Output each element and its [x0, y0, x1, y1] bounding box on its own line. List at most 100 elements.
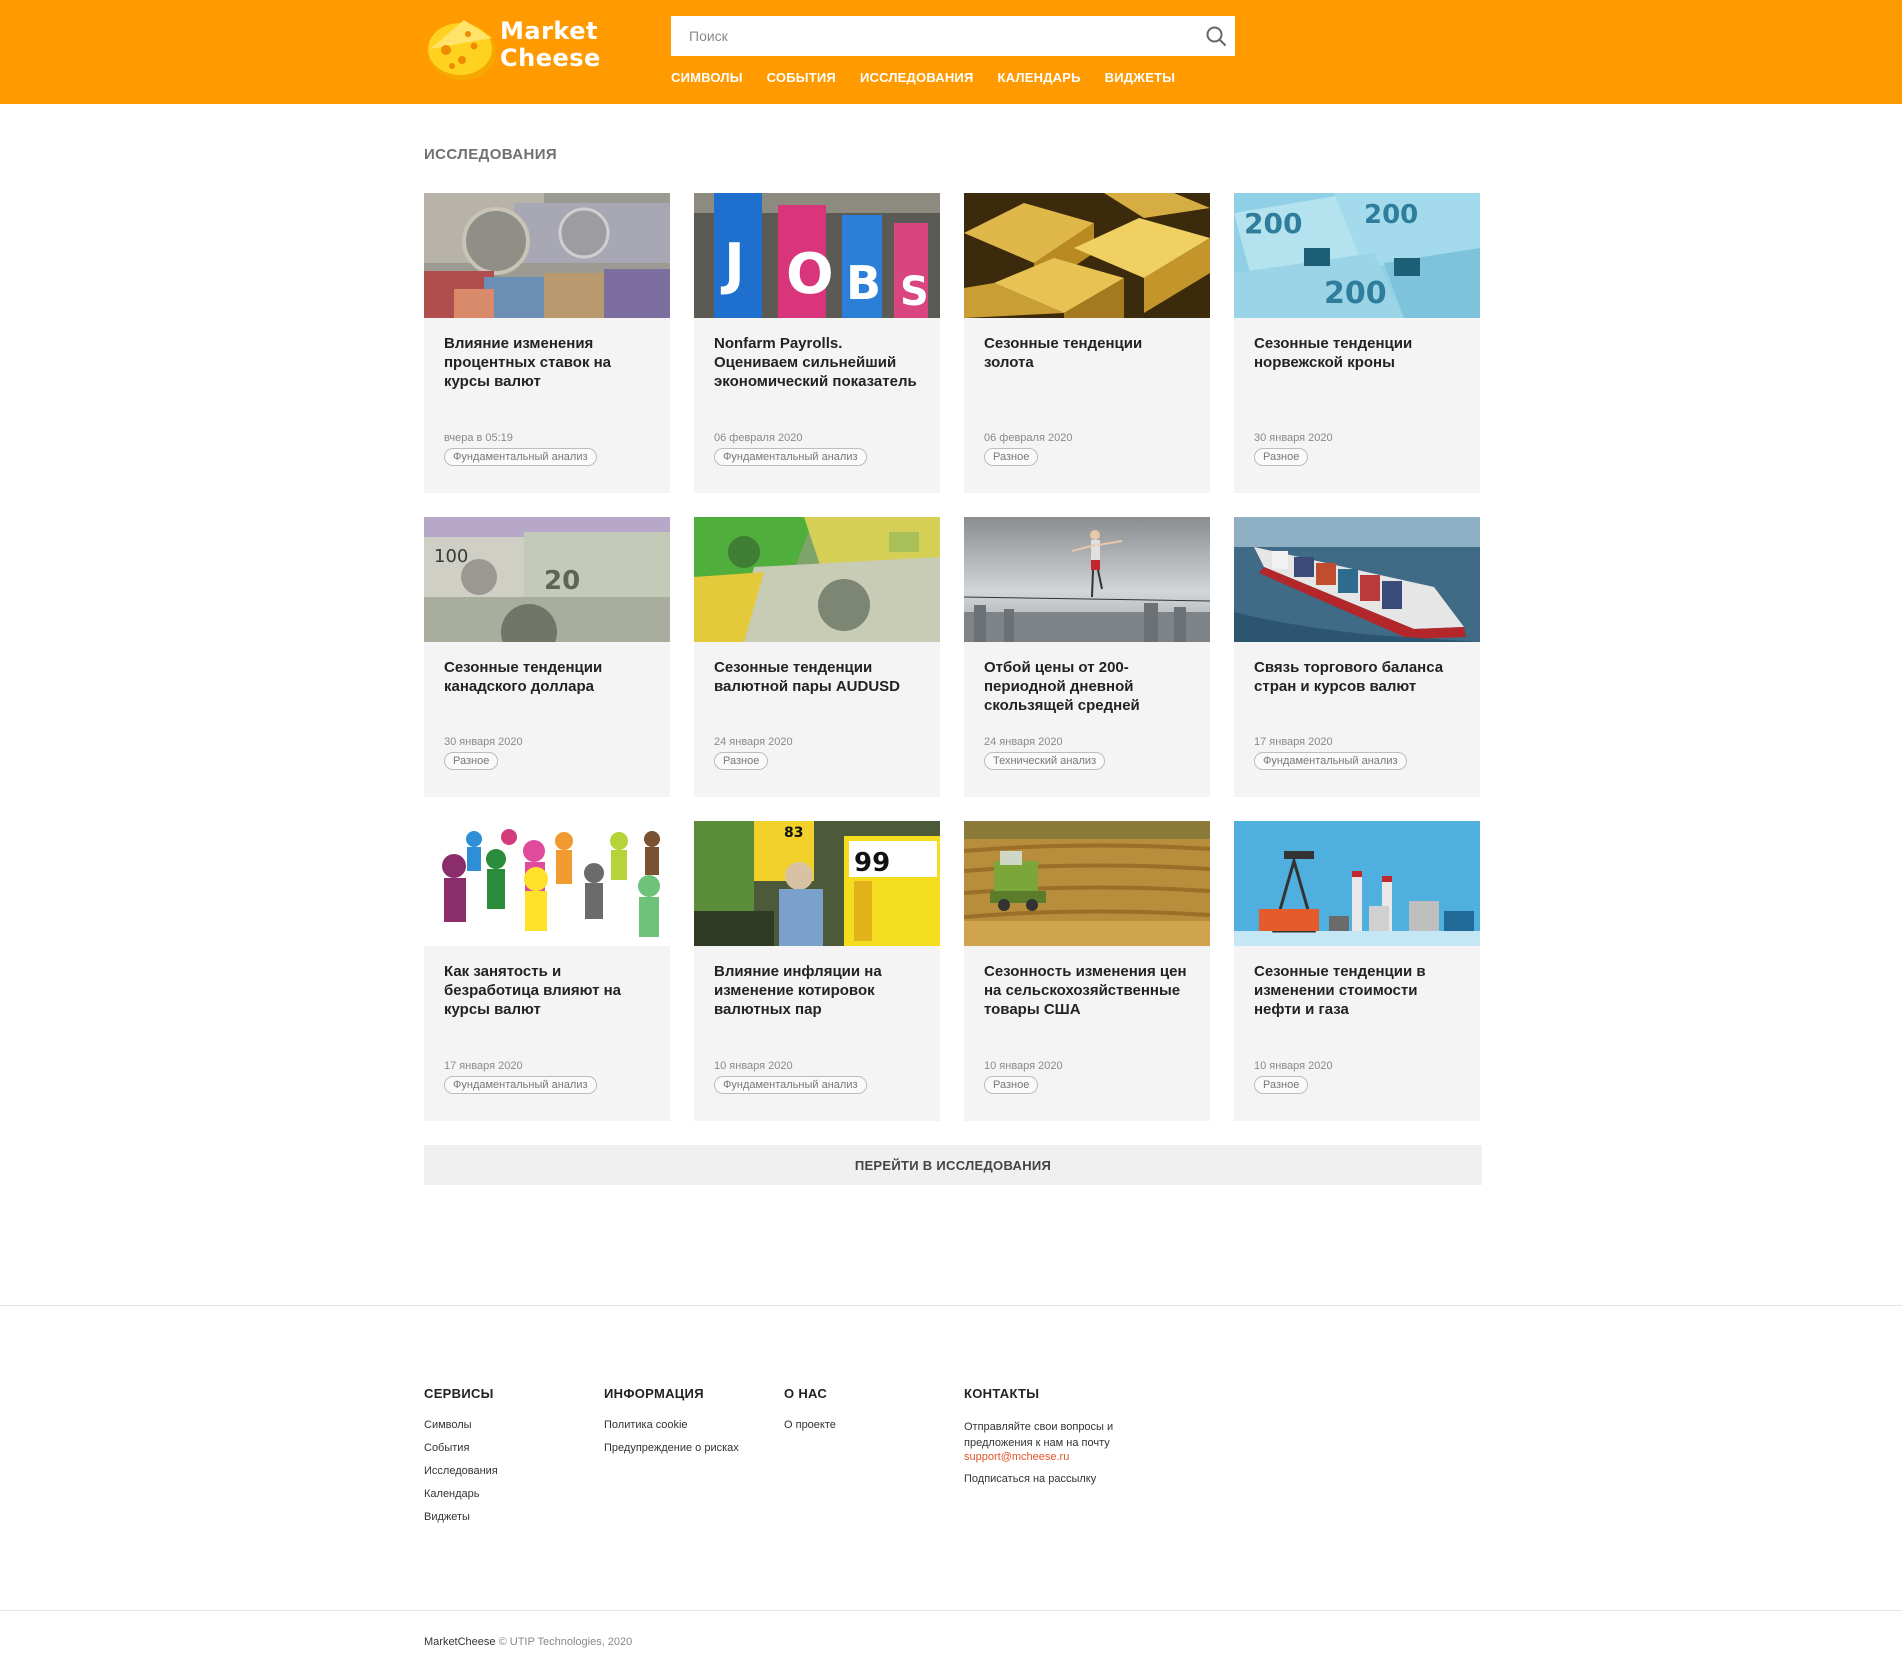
research-card[interactable]: Сезонные тенденции в изменении стоимости… [1234, 821, 1480, 1121]
oil-gas-plant-image [1234, 821, 1480, 946]
svg-text:20: 20 [544, 566, 580, 596]
research-card[interactable]: Связь торгового баланса стран и курсов в… [1234, 517, 1480, 797]
research-card[interactable]: Сезонные тенденции валютной пары AUDUSD … [694, 517, 940, 797]
search-box [671, 16, 1235, 56]
cheese-logo-icon [428, 20, 496, 80]
card-title: Сезонность изменения цен на сельскохозяй… [984, 963, 1187, 1018]
canadian-dollar-notes-image: 100 20 [424, 517, 670, 642]
contact-email-link[interactable]: support@mcheese.ru [964, 1451, 1154, 1463]
research-card[interactable]: J O B S Nonfarm Payrolls. Оцениваем силь… [694, 193, 940, 493]
card-title: Сезонные тенденции валютной пары AUDUSD [714, 659, 900, 695]
footer-link-symbols[interactable]: Символы [424, 1419, 498, 1431]
card-date: 06 февраля 2020 [984, 432, 1073, 444]
search-input[interactable] [671, 16, 1191, 56]
jobs-banners-image: J O B S [694, 193, 940, 318]
card-title: Сезонные тенденции канадского доллара [444, 659, 603, 695]
logo[interactable]: Market Cheese [424, 14, 600, 84]
card-tag[interactable]: Фундаментальный анализ [444, 448, 597, 466]
page-title: ИССЛЕДОВАНИЯ [424, 146, 558, 163]
footer-divider [0, 1305, 1902, 1306]
research-card[interactable]: 200 200 200 Сезонные тенденции норвежско… [1234, 193, 1480, 493]
card-tag[interactable]: Технический анализ [984, 752, 1106, 770]
tightrope-walker-image [964, 517, 1210, 642]
card-date: 24 января 2020 [714, 736, 793, 748]
research-card[interactable]: Влияние изменения процентных ставок на к… [424, 193, 670, 493]
logo-line-1: Market [500, 17, 598, 45]
research-card[interactable]: Отбой цены от 200-периодной дневной скол… [964, 517, 1210, 797]
footer-link-calendar[interactable]: Календарь [424, 1488, 498, 1500]
supermarket-prices-image: 99 83 [694, 821, 940, 946]
card-date: 17 января 2020 [1254, 736, 1333, 748]
footer-bottom-divider [0, 1610, 1902, 1611]
research-card[interactable]: Сезонные тенденции золота 06 февраля 202… [964, 193, 1210, 493]
norwegian-krone-notes-image: 200 200 200 [1234, 193, 1480, 318]
footer-link-events[interactable]: События [424, 1442, 498, 1454]
card-title: Сезонные тенденции норвежской кроны [1254, 335, 1413, 371]
svg-text:B: B [846, 256, 881, 310]
currency-banknotes-image [424, 193, 670, 318]
card-title: Влияние изменения процентных ставок на к… [444, 335, 612, 390]
gold-bars-image [964, 193, 1210, 318]
search-icon[interactable] [1205, 25, 1227, 47]
svg-text:S: S [900, 269, 929, 315]
footer-about-title: О НАС [784, 1386, 828, 1401]
research-card[interactable]: 100 20 Сезонные тенденции канадского дол… [424, 517, 670, 797]
card-tag[interactable]: Фундаментальный анализ [714, 448, 867, 466]
card-title: Сезонные тенденции в изменении стоимости… [1254, 963, 1426, 1018]
card-date: 24 января 2020 [984, 736, 1063, 748]
go-to-research-button[interactable]: ПЕРЕЙТИ В ИССЛЕДОВАНИЯ [424, 1145, 1482, 1185]
svg-text:100: 100 [434, 546, 468, 567]
footer-link-risk-warning[interactable]: Предупреждение о рисках [604, 1442, 739, 1454]
svg-text:200: 200 [1244, 207, 1302, 240]
card-tag[interactable]: Фундаментальный анализ [444, 1076, 597, 1094]
card-tag[interactable]: Разное [444, 752, 499, 770]
card-tag[interactable]: Фундаментальный анализ [1254, 752, 1407, 770]
nav-widgets[interactable]: ВИДЖЕТЫ [1105, 70, 1175, 85]
nav-research[interactable]: ИССЛЕДОВАНИЯ [860, 70, 974, 85]
research-card[interactable]: Сезонность изменения цен на сельскохозяй… [964, 821, 1210, 1121]
copyright-text: © UTIP Technologies, 2020 [498, 1636, 633, 1648]
footer-link-research[interactable]: Исследования [424, 1465, 498, 1477]
card-tag[interactable]: Разное [1254, 1076, 1309, 1094]
card-tag[interactable]: Разное [714, 752, 769, 770]
container-ship-image [1234, 517, 1480, 642]
svg-text:83: 83 [784, 825, 803, 841]
card-tag[interactable]: Разное [984, 448, 1039, 466]
nav-symbols[interactable]: СИМВОЛЫ [671, 70, 743, 85]
copyright: MarketCheese © UTIP Technologies, 2020 [424, 1636, 632, 1648]
nav-calendar[interactable]: КАЛЕНДАРЬ [998, 70, 1081, 85]
footer-link-cookie[interactable]: Политика cookie [604, 1419, 739, 1431]
nav-events[interactable]: СОБЫТИЯ [767, 70, 836, 85]
card-title: Сезонные тенденции золота [984, 335, 1143, 371]
research-card[interactable]: Как занятость и безработица влияют на ку… [424, 821, 670, 1121]
footer-contacts: КОНТАКТЫ Отправляйте свои вопросы и пред… [964, 1386, 1154, 1496]
subscribe-link[interactable]: Подписаться на рассылку [964, 1473, 1154, 1485]
footer-info-title: ИНФОРМАЦИЯ [604, 1386, 704, 1401]
card-date: 10 января 2020 [714, 1060, 793, 1072]
research-card[interactable]: 99 83 Влияние инфляции на изменение коти… [694, 821, 940, 1121]
svg-text:J: J [720, 232, 745, 297]
card-date: 30 января 2020 [1254, 432, 1333, 444]
footer-link-widgets[interactable]: Виджеты [424, 1511, 498, 1523]
logo-line-2: Cheese [500, 44, 601, 72]
logo-text: Market Cheese [500, 18, 601, 72]
aud-usd-notes-image [694, 517, 940, 642]
main-nav: СИМВОЛЫ СОБЫТИЯ ИССЛЕДОВАНИЯ КАЛЕНДАРЬ В… [671, 70, 1175, 85]
footer-link-about-project[interactable]: О проекте [784, 1419, 836, 1431]
footer-about: О НАС О проекте [784, 1386, 836, 1442]
card-title: Отбой цены от 200-периодной дневной скол… [984, 659, 1140, 714]
copyright-brand[interactable]: MarketCheese [424, 1636, 496, 1648]
card-date: 06 февраля 2020 [714, 432, 803, 444]
card-date: 30 января 2020 [444, 736, 523, 748]
card-title: Связь торгового баланса стран и курсов в… [1254, 659, 1444, 695]
header: Market Cheese СИМВОЛЫ СОБЫТИЯ ИССЛЕДОВАН… [0, 0, 1902, 104]
card-title: Nonfarm Payrolls. Оцениваем сильнейший э… [714, 335, 917, 390]
card-tag[interactable]: Разное [1254, 448, 1309, 466]
footer-services-title: СЕРВИСЫ [424, 1386, 494, 1401]
card-tag[interactable]: Разное [984, 1076, 1039, 1094]
card-date: вчера в 05:19 [444, 432, 513, 444]
card-date: 10 января 2020 [1254, 1060, 1333, 1072]
card-tag[interactable]: Фундаментальный анализ [714, 1076, 867, 1094]
svg-text:O: O [786, 242, 834, 307]
card-title: Как занятость и безработица влияют на ку… [444, 963, 621, 1018]
